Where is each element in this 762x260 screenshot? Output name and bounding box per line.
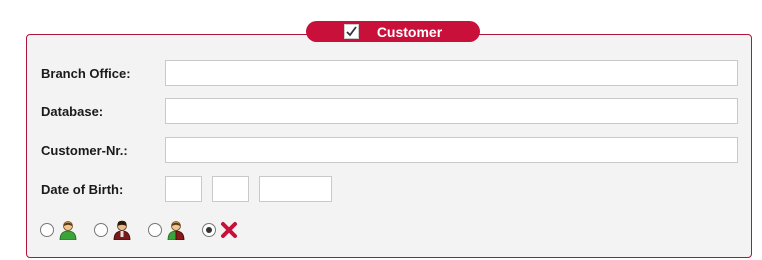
red-x-icon bbox=[220, 221, 238, 239]
dob-year-input[interactable] bbox=[259, 176, 332, 202]
database-label: Database: bbox=[41, 103, 104, 119]
customer-nr-input[interactable] bbox=[165, 137, 738, 163]
radio-option-4[interactable] bbox=[202, 223, 216, 237]
database-input[interactable] bbox=[165, 98, 738, 124]
branch-office-row: Branch Office: bbox=[41, 60, 738, 86]
legend-title: Customer bbox=[376, 23, 443, 40]
dob-day-input[interactable] bbox=[165, 176, 202, 202]
radio-option-3[interactable] bbox=[148, 223, 162, 237]
person-dark-red-icon bbox=[112, 220, 132, 240]
person-green-icon bbox=[58, 220, 78, 240]
customer-checkbox[interactable] bbox=[343, 24, 359, 39]
radio-option-2[interactable] bbox=[94, 223, 108, 237]
branch-office-input[interactable] bbox=[165, 60, 738, 86]
radio-selected-dot bbox=[206, 227, 212, 233]
radio-option-1[interactable] bbox=[40, 223, 54, 237]
date-of-birth-label: Date of Birth: bbox=[41, 181, 124, 197]
gender-radio-group bbox=[40, 219, 254, 241]
dob-month-input[interactable] bbox=[212, 176, 249, 202]
customer-legend: Customer bbox=[306, 21, 480, 42]
customer-nr-label: Customer-Nr.: bbox=[41, 142, 128, 158]
customer-nr-row: Customer-Nr.: bbox=[41, 137, 738, 163]
branch-office-label: Branch Office: bbox=[41, 65, 131, 81]
person-green-red-icon bbox=[166, 220, 186, 240]
checkmark-icon bbox=[346, 26, 357, 37]
date-of-birth-row: Date of Birth: bbox=[41, 176, 332, 202]
database-row: Database: bbox=[41, 98, 738, 124]
